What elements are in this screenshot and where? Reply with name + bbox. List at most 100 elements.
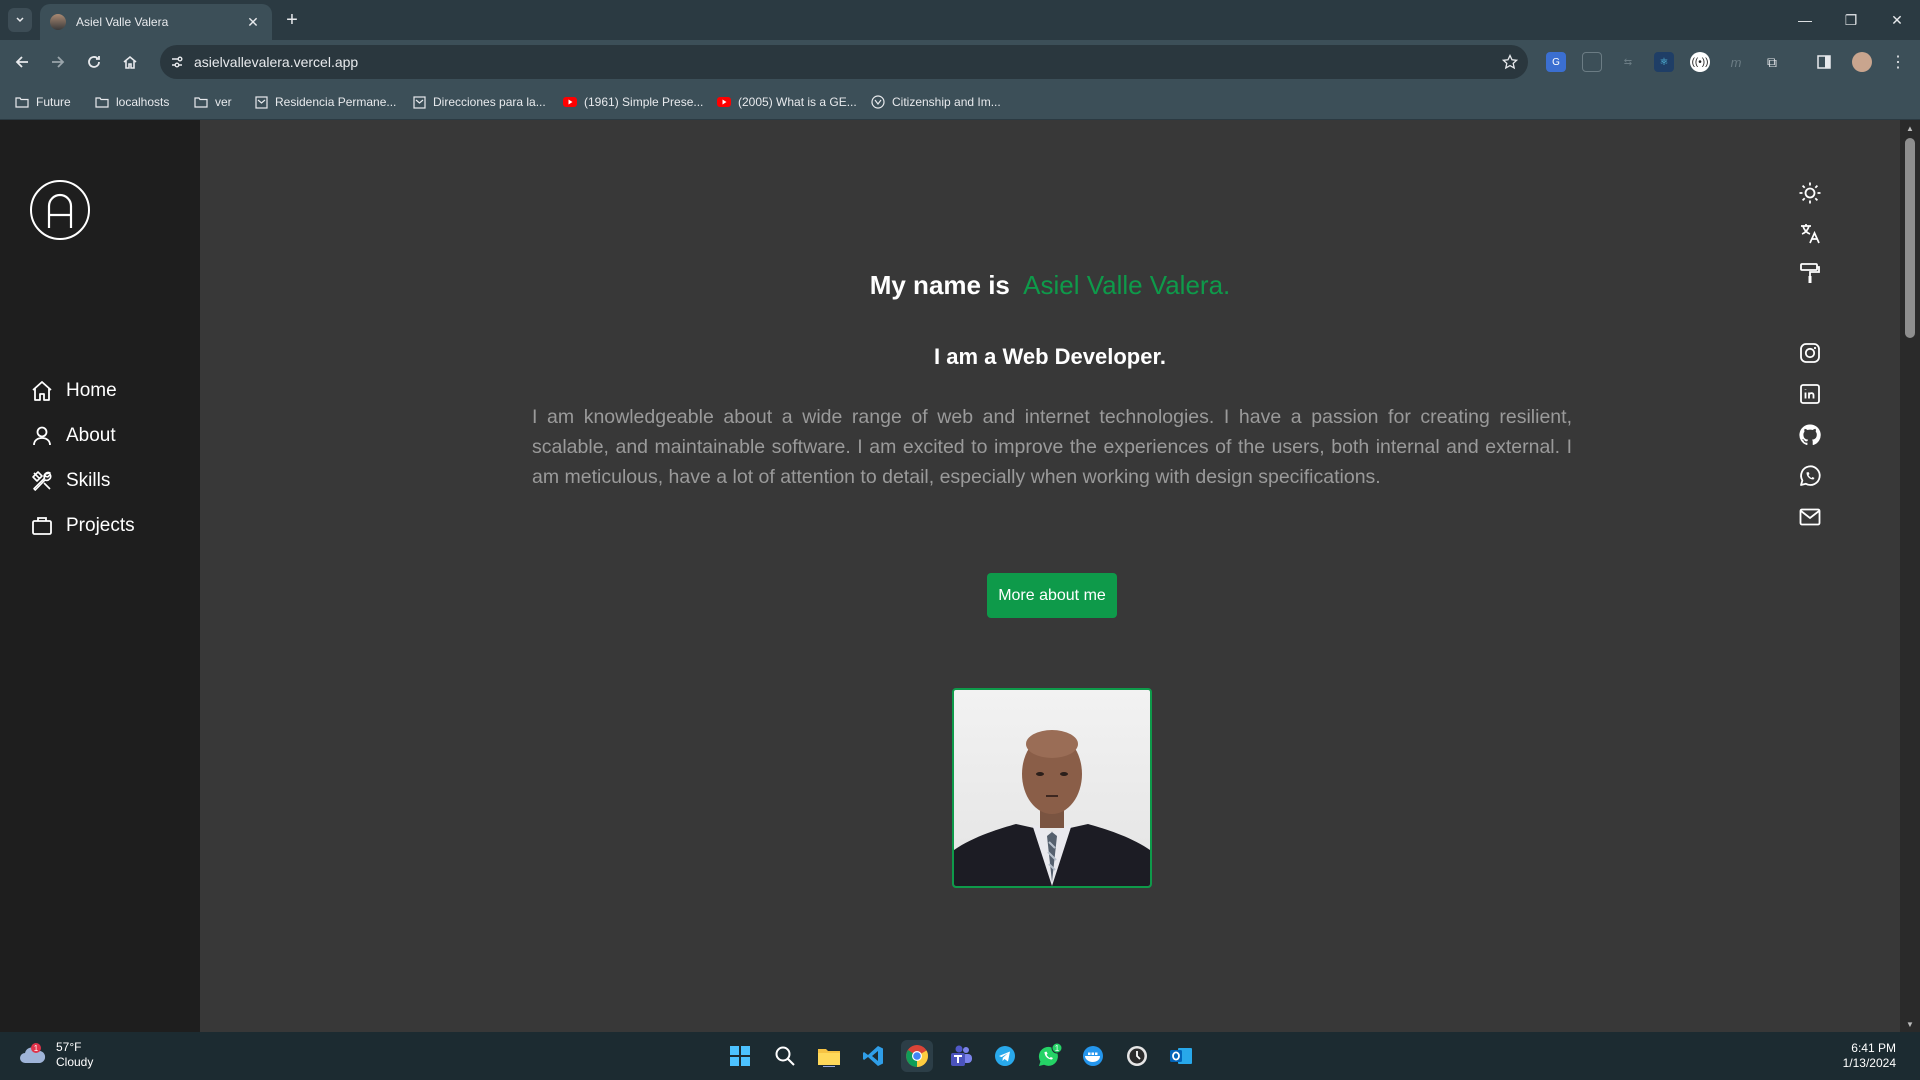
reload-button[interactable]: [80, 48, 108, 76]
clock-app-icon: [1127, 1046, 1147, 1066]
page-scrollbar[interactable]: ▲ ▼: [1900, 120, 1920, 1032]
system-clock[interactable]: 6:41 PM 1/13/2024: [1843, 1041, 1896, 1071]
bookmark-folder[interactable]: localhosts: [94, 92, 169, 112]
address-bar[interactable]: asielvallevalera.vercel.app: [160, 45, 1528, 79]
folder-icon: [14, 95, 30, 109]
bookmark-label: (2005) What is a GE...: [738, 95, 857, 109]
clock-date: 1/13/2024: [1842, 1056, 1896, 1070]
new-tab-button[interactable]: +: [280, 8, 304, 32]
tab-strip: Asiel Valle Valera ✕ + — ❐ ✕: [0, 0, 1920, 40]
scroll-down-arrow[interactable]: ▼: [1900, 1016, 1920, 1032]
teams-button[interactable]: [945, 1040, 977, 1072]
search-button[interactable]: [769, 1040, 801, 1072]
windows-taskbar: 1 57°F Cloudy 1 6:41 PM 1/13/2024: [0, 1032, 1920, 1080]
weather-badge: 1: [34, 1044, 39, 1053]
extension-icon[interactable]: m: [1726, 52, 1746, 72]
bookmark-link[interactable]: Residencia Permane...: [253, 92, 396, 112]
translate-extension-icon[interactable]: G: [1546, 52, 1566, 72]
youtube-icon: [716, 95, 732, 109]
windows-logo-icon: [730, 1046, 750, 1066]
bio-paragraph: I am knowledgeable about a wide range of…: [532, 406, 1572, 488]
home-button[interactable]: [116, 48, 144, 76]
app-button[interactable]: [1121, 1040, 1153, 1072]
sun-icon: [1799, 182, 1821, 204]
nav-home[interactable]: Home: [30, 368, 135, 413]
search-icon: [775, 1046, 795, 1066]
nav-label: Home: [66, 379, 117, 401]
menu-dots-icon[interactable]: ⋮: [1888, 52, 1908, 72]
more-about-me-button[interactable]: More about me: [987, 573, 1117, 618]
bookmark-label: ver: [215, 95, 232, 109]
linkedin-link[interactable]: [1795, 379, 1825, 409]
scroll-thumb[interactable]: [1905, 138, 1915, 338]
bookmark-link[interactable]: (1961) Simple Prese...: [562, 92, 703, 112]
home-icon: [32, 380, 52, 401]
instagram-link[interactable]: [1795, 338, 1825, 368]
tab-close-icon[interactable]: ✕: [244, 14, 262, 31]
language-button[interactable]: [1795, 218, 1825, 248]
main-content: My name is Asiel Valle Valera. I am a We…: [200, 120, 1900, 1032]
theme-toggle-button[interactable]: [1795, 178, 1825, 208]
bookmark-link[interactable]: Citizenship and Im...: [870, 92, 1001, 112]
favicon-icon: [50, 14, 66, 30]
nav-skills[interactable]: Skills: [30, 458, 135, 503]
extension-icon[interactable]: ⇆: [1618, 52, 1638, 72]
chrome-icon: [906, 1045, 928, 1067]
chrome-button[interactable]: [901, 1040, 933, 1072]
reload-icon: [88, 56, 100, 68]
telegram-icon: [995, 1046, 1015, 1066]
main-nav: Home About Skills Projects: [30, 368, 135, 548]
back-button[interactable]: [8, 48, 36, 76]
restore-button[interactable]: ❐: [1828, 0, 1874, 40]
clock-time: 6:41 PM: [1851, 1041, 1896, 1055]
paint-roller-button[interactable]: [1795, 258, 1825, 288]
bookmark-folder[interactable]: ver: [193, 92, 232, 112]
paint-roller-icon: [1800, 263, 1820, 283]
url-text: asielvallevalera.vercel.app: [194, 54, 359, 70]
weather-widget[interactable]: 1 57°F Cloudy: [18, 1040, 93, 1070]
site-logo[interactable]: [30, 180, 90, 240]
start-button[interactable]: [724, 1040, 756, 1072]
nav-about[interactable]: About: [30, 413, 135, 458]
bookmark-link[interactable]: Direcciones para la...: [411, 92, 546, 112]
vscode-icon: [863, 1046, 883, 1066]
telegram-button[interactable]: [989, 1040, 1021, 1072]
tab-search-button[interactable]: [8, 8, 32, 32]
profile-avatar[interactable]: [1852, 52, 1872, 72]
side-panel-icon[interactable]: [1814, 52, 1834, 72]
browser-tab[interactable]: Asiel Valle Valera ✕: [40, 4, 272, 40]
github-link[interactable]: [1795, 420, 1825, 450]
nav-projects[interactable]: Projects: [30, 503, 135, 548]
briefcase-icon: [32, 516, 52, 535]
vscode-button[interactable]: [857, 1040, 889, 1072]
whatsapp-badge: 1: [1055, 1044, 1060, 1053]
bookmark-link[interactable]: (2005) What is a GE...: [716, 92, 857, 112]
bookmark-label: Citizenship and Im...: [892, 95, 1001, 109]
email-link[interactable]: [1795, 502, 1825, 532]
docker-button[interactable]: [1077, 1040, 1109, 1072]
whatsapp-button[interactable]: 1: [1033, 1040, 1065, 1072]
seal-icon: [870, 95, 886, 109]
site-info-icon[interactable]: [160, 54, 194, 70]
scroll-up-arrow[interactable]: ▲: [1900, 120, 1920, 136]
whatsapp-link[interactable]: [1795, 461, 1825, 491]
tools-icon: [32, 470, 52, 491]
weather-text: 57°F Cloudy: [56, 1040, 93, 1070]
folder-icon: [193, 95, 209, 109]
extension-icon[interactable]: [1582, 52, 1602, 72]
close-window-button[interactable]: ✕: [1874, 0, 1920, 40]
bookmark-label: Future: [36, 95, 71, 109]
extension-icon[interactable]: ((•)): [1690, 52, 1710, 72]
bookmark-label: Direcciones para la...: [433, 95, 546, 109]
outlook-button[interactable]: [1165, 1040, 1197, 1072]
extensions-puzzle-icon[interactable]: ⧉: [1762, 52, 1782, 72]
file-explorer-button[interactable]: [813, 1040, 845, 1072]
translate-icon: [1801, 224, 1820, 244]
minimize-button[interactable]: —: [1782, 0, 1828, 40]
forward-button[interactable]: [44, 48, 72, 76]
browser-toolbar: asielvallevalera.vercel.app G ⇆ ⚛ ((•)) …: [0, 40, 1920, 84]
bookmark-folder[interactable]: Future: [14, 92, 71, 112]
react-devtools-icon[interactable]: ⚛: [1654, 52, 1674, 72]
nav-label: About: [66, 424, 116, 446]
bookmark-star-icon[interactable]: [1492, 54, 1528, 70]
